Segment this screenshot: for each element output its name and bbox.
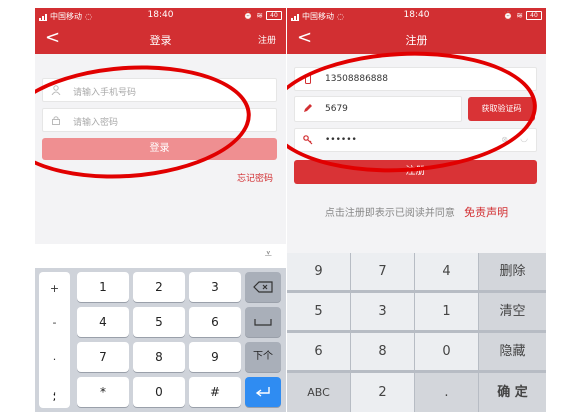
register-screen: 中国移动 ◌ 18:40 ⏰ ≋ 40 < 注册 13508886888 567…	[287, 8, 546, 412]
wifi-icon: ≋	[516, 11, 523, 20]
numeric-keyboard: + - . , ; 1 2 3 4 5 6 7 8 9 下个 * 0 #	[35, 268, 286, 412]
symbol-key[interactable]: -	[39, 306, 70, 340]
keyboard-collapse-icon[interactable]: ⩡	[265, 247, 272, 262]
clear-icon[interactable]: ⊗	[501, 135, 508, 144]
eye-icon[interactable]: ◡	[520, 134, 528, 144]
nav-bar: < 登录 注册	[35, 24, 286, 54]
key-3[interactable]: 3	[351, 293, 414, 330]
password-value: ••••••	[325, 135, 357, 145]
key-1[interactable]: 1	[415, 293, 478, 330]
key-5[interactable]: 5	[287, 293, 350, 330]
password-input[interactable]: 请输入密码	[42, 108, 277, 132]
alarm-icon: ⏰	[503, 11, 514, 20]
key-1[interactable]: 1	[77, 272, 129, 302]
disclaimer-link[interactable]: 免责声明	[464, 206, 508, 219]
status-bar: 中国移动 ◌ 18:40 ⏰ ≋ 40	[287, 8, 546, 24]
key-6[interactable]: 6	[189, 307, 241, 337]
hide-key[interactable]: 隐藏	[479, 333, 546, 370]
next-key[interactable]: 下个	[245, 342, 281, 372]
key-3[interactable]: 3	[189, 272, 241, 302]
backspace-key[interactable]	[245, 272, 281, 302]
key-7[interactable]: 7	[351, 253, 414, 290]
forgot-password-link[interactable]: 忘记密码	[237, 171, 273, 184]
password-input[interactable]: •••••• ⊗ ◡	[294, 128, 537, 152]
numeric-keyboard: 9 7 4 删除 5 3 1 清空 6 8 0 隐藏 ABC 2 . 确 定	[287, 253, 546, 412]
phone-input[interactable]: 13508886888	[294, 67, 537, 91]
symbol-key[interactable]: .	[39, 340, 70, 374]
page-title: 登录	[149, 34, 172, 47]
code-value: 5679	[325, 104, 348, 114]
key-9[interactable]: 9	[189, 342, 241, 372]
key-4[interactable]: 4	[77, 307, 129, 337]
nav-bar: < 注册	[287, 24, 546, 54]
user-icon	[51, 85, 61, 95]
key-6[interactable]: 6	[287, 333, 350, 370]
key-4[interactable]: 4	[415, 253, 478, 290]
phone-placeholder: 请输入手机号码	[73, 88, 137, 98]
register-link[interactable]: 注册	[258, 33, 276, 46]
key-0[interactable]: 0	[415, 333, 478, 370]
delete-key[interactable]: 删除	[479, 253, 546, 290]
key-0[interactable]: 0	[133, 377, 185, 407]
enter-key[interactable]	[245, 377, 281, 407]
key-5[interactable]: 5	[133, 307, 185, 337]
battery-icon: 40	[266, 11, 282, 20]
backspace-icon	[253, 281, 273, 293]
symbol-key[interactable]: +	[39, 272, 70, 306]
abc-key[interactable]: ABC	[287, 373, 350, 412]
clear-key[interactable]: 清空	[479, 293, 546, 330]
pencil-icon	[304, 104, 312, 112]
wifi-icon: ≋	[256, 11, 263, 20]
login-screen: 中国移动 ◌ 18:40 ⏰ ≋ 40 < 登录 注册 请输入手机号码 请输入密…	[35, 8, 286, 412]
agreement-row: 点击注册即表示已阅读并同意 免责声明	[287, 204, 546, 220]
key-2[interactable]: 2	[351, 373, 414, 412]
space-icon	[254, 319, 272, 326]
status-bar: 中国移动 ◌ 18:40 ⏰ ≋ 40	[35, 8, 286, 24]
return-icon	[255, 387, 270, 397]
verification-code-input[interactable]: 5679	[294, 96, 462, 122]
key-2[interactable]: 2	[133, 272, 185, 302]
key-9[interactable]: 9	[287, 253, 350, 290]
password-placeholder: 请输入密码	[73, 118, 119, 128]
phone-value: 13508886888	[325, 74, 388, 84]
confirm-key[interactable]: 确 定	[479, 373, 546, 412]
key-hash[interactable]: #	[189, 377, 241, 407]
page-title: 注册	[405, 34, 428, 47]
login-button[interactable]: 登录	[42, 138, 277, 160]
key-8[interactable]: 8	[351, 333, 414, 370]
key-star[interactable]: *	[77, 377, 129, 407]
key-7[interactable]: 7	[77, 342, 129, 372]
phone-icon	[305, 74, 311, 84]
register-button[interactable]: 注册	[294, 160, 537, 184]
space-key[interactable]	[245, 307, 281, 337]
phone-input[interactable]: 请输入手机号码	[42, 78, 277, 102]
key-icon	[303, 135, 313, 145]
key-8[interactable]: 8	[133, 342, 185, 372]
symbol-key[interactable]: ;	[39, 386, 70, 408]
get-code-button[interactable]: 获取验证码	[468, 97, 535, 121]
keyboard-toolbar: ⩡	[35, 244, 286, 268]
dot-key[interactable]: .	[415, 373, 478, 412]
lock-icon	[52, 116, 60, 125]
agreement-text: 点击注册即表示已阅读并同意	[324, 208, 455, 219]
battery-icon: 40	[526, 11, 542, 20]
alarm-icon: ⏰	[243, 11, 254, 20]
